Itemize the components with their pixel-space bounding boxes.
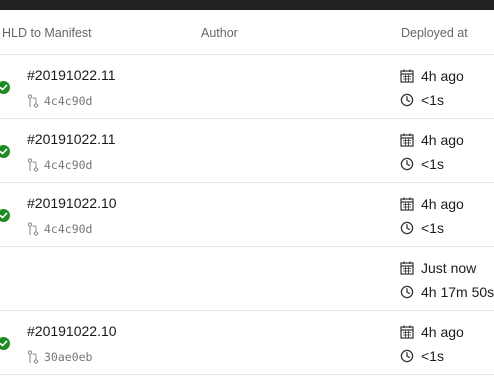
deployed-time-text: 4h ago <box>421 68 464 84</box>
git-branch-icon <box>27 350 39 364</box>
build-number-link[interactable]: #20191022.10 <box>27 323 117 339</box>
build-number-link[interactable]: #20191022.11 <box>27 131 116 147</box>
deployments-table: #20191022.11 4c4c90d 4h ago <1s #2019102… <box>0 55 494 375</box>
deployed-time-text: 4h ago <box>421 324 464 340</box>
commit-hash: 4c4c90d <box>44 222 93 236</box>
column-header-deployed-at[interactable]: Deployed at <box>401 26 468 40</box>
clock-icon <box>400 157 414 171</box>
table-row[interactable]: #20191022.11 4c4c90d 4h ago <1s <box>0 55 494 119</box>
clock-icon <box>400 285 414 299</box>
deployed-time-text: 4h ago <box>421 132 464 148</box>
table-row[interactable]: #20191022.10 30ae0eb 4h ago <1s <box>0 311 494 375</box>
build-number-link[interactable]: #20191022.11 <box>27 67 116 83</box>
check-circle-icon <box>0 337 10 350</box>
table-row[interactable]: #20191022.11 4c4c90d 4h ago <1s <box>0 119 494 183</box>
check-circle-icon <box>0 209 10 222</box>
deployed-time-text: Just now <box>421 260 477 276</box>
calendar-icon <box>400 261 414 275</box>
clock-icon <box>400 93 414 107</box>
commit-hash: 4c4c90d <box>44 94 93 108</box>
calendar-icon <box>400 197 414 211</box>
duration-text: <1s <box>421 348 444 364</box>
git-branch-icon <box>27 94 39 108</box>
calendar-icon <box>400 325 414 339</box>
check-circle-icon <box>0 145 10 158</box>
table-row[interactable]: #20191022.10 4c4c90d 4h ago <1s <box>0 183 494 247</box>
check-circle-icon <box>0 81 10 94</box>
table-row[interactable]: Just now 4h 17m 50s <box>0 247 494 311</box>
commit-hash: 30ae0eb <box>44 350 93 364</box>
calendar-icon <box>400 133 414 147</box>
duration-text: <1s <box>421 92 444 108</box>
duration-text: 4h 17m 50s <box>421 284 494 300</box>
clock-icon <box>400 221 414 235</box>
build-number-link[interactable]: #20191022.10 <box>27 195 117 211</box>
duration-text: <1s <box>421 220 444 236</box>
commit-hash: 4c4c90d <box>44 158 93 172</box>
top-bar <box>0 0 494 10</box>
clock-icon <box>400 349 414 363</box>
table-header: HLD to Manifest Author Deployed at <box>0 10 494 55</box>
column-header-author[interactable]: Author <box>201 26 238 40</box>
deployed-time-text: 4h ago <box>421 196 464 212</box>
git-branch-icon <box>27 222 39 236</box>
column-header-hld-to-manifest[interactable]: HLD to Manifest <box>2 26 92 40</box>
git-branch-icon <box>27 158 39 172</box>
calendar-icon <box>400 69 414 83</box>
duration-text: <1s <box>421 156 444 172</box>
